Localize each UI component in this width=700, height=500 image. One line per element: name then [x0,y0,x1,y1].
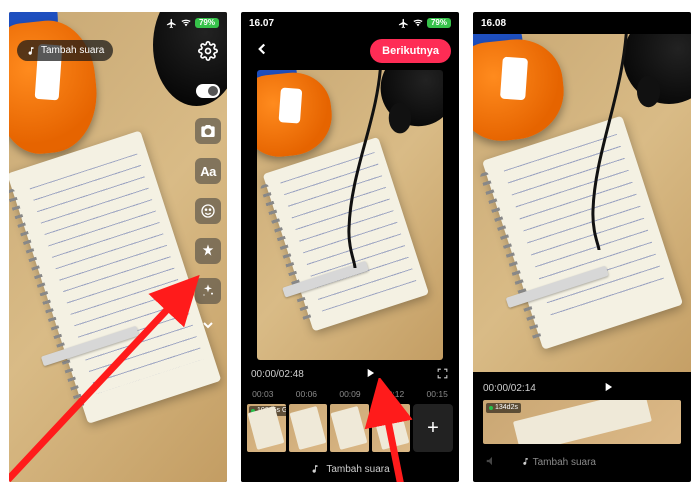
status-system-icons: 79% [166,18,219,29]
hd-toggle-button[interactable] [195,78,221,104]
editor-bottom-bar: Tambah suara [241,456,459,482]
wifi-icon [180,18,192,28]
airplane-icon [166,18,177,29]
clip-thumb[interactable]: 106d5s GLK [247,404,286,452]
status-time: 16.08 [481,18,506,29]
tick-label: 00:15 [427,389,448,399]
music-note-icon [26,46,36,56]
plus-icon: + [427,417,439,440]
music-note-icon [310,464,320,474]
tick-label: 00:06 [296,389,317,399]
tick-label: 00:12 [383,389,404,399]
screenshot-1-record: 79% Tambah suara [9,12,227,482]
add-sound-chip[interactable]: Tambah suara [17,40,113,61]
timeline-ticks: 00:03 00:06 00:09 00:12 00:15 [241,386,459,402]
wifi-icon [412,18,424,28]
sticker-button[interactable] [195,198,221,224]
more-tools-button[interactable] [195,312,221,338]
post-preview[interactable] [473,34,691,372]
music-note-icon [521,457,530,466]
editor-preview[interactable] [257,70,443,360]
text-tool-button[interactable]: Aa [195,158,221,184]
playback-time-row: 00:00/02:48 [251,366,449,383]
effects-button[interactable] [195,238,221,264]
sticker-icon [200,203,216,219]
cable-overlay [573,34,659,250]
chevron-down-icon [200,317,216,333]
status-system-icons: 79% [398,18,451,29]
battery-indicator: 79% [195,18,219,28]
screenshot-2-editor: 16.07 79% Berikutnya [241,12,459,482]
clip-thumb[interactable] [372,404,411,452]
flip-camera-icon [200,123,216,139]
fullscreen-icon [436,367,449,380]
screenshot-3-posting: 16.08 00:00/02:14 134d2s [473,12,691,482]
status-bar: 79% [9,12,227,34]
hd-toggle-icon [196,84,220,98]
add-sound-tab[interactable]: Tambah suara [521,457,596,468]
status-bar: 16.08 [473,12,691,34]
volume-icon [485,454,499,468]
next-button[interactable]: Berikutnya [370,39,451,63]
gear-icon [198,41,218,61]
add-sound-label: Tambah suara [41,45,104,56]
side-toolbar: Aa [195,38,221,338]
play-icon [363,366,377,380]
volume-button[interactable] [485,454,499,471]
chevron-left-icon [253,40,271,58]
status-bar: 16.07 79% [241,12,459,34]
elapsed-total-label: 00:00/02:48 [251,369,304,380]
text-icon: Aa [200,164,216,179]
add-sound-label[interactable]: Tambah suara [326,464,389,475]
clip-thumb[interactable] [330,404,369,452]
sparkle-icon [200,283,216,299]
airplane-icon [398,18,409,29]
tick-label: 00:03 [252,389,273,399]
settings-button[interactable] [195,38,221,64]
status-time: 16.07 [249,18,274,29]
flip-camera-button[interactable] [195,118,221,144]
clip-thumb[interactable]: 134d2s [483,400,681,444]
fullscreen-button[interactable] [436,367,449,383]
tick-label: 00:09 [339,389,360,399]
add-clip-button[interactable]: + [413,404,453,452]
effects-icon [200,243,216,259]
clip-thumb[interactable] [289,404,328,452]
beauty-button[interactable] [195,278,221,304]
clip-timeline[interactable]: 106d5s GLK + [247,404,453,452]
play-button[interactable] [363,366,377,383]
battery-indicator: 79% [427,18,451,28]
back-button[interactable] [249,36,275,67]
post-bottom-tabs: Tambah suara [473,454,691,471]
